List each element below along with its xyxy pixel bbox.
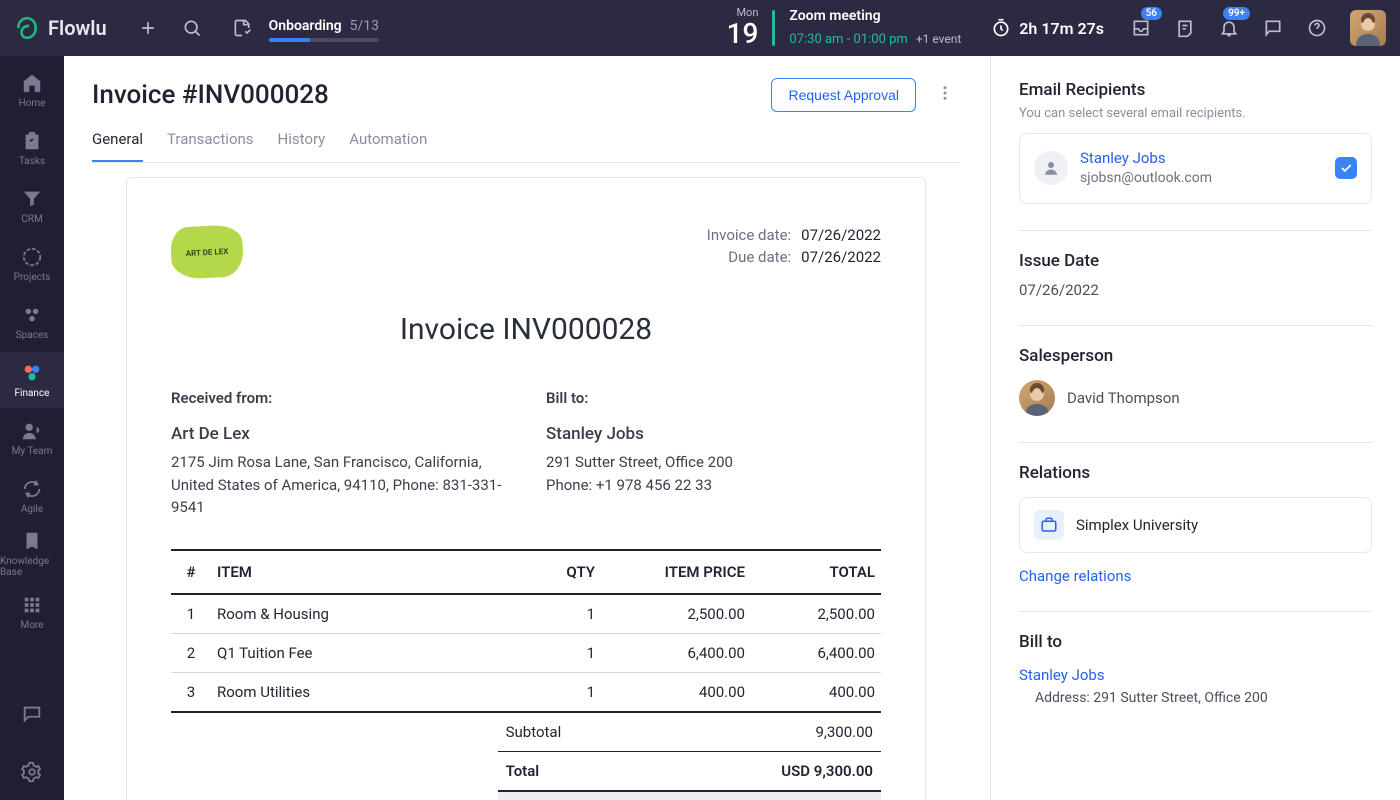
salesperson-title: Salesperson	[1019, 346, 1372, 366]
table-row: 3Room Utilities1400.00400.00	[171, 672, 881, 712]
plus-icon[interactable]	[131, 11, 165, 45]
col-qty: QTY	[511, 550, 601, 594]
onboarding-widget[interactable]: Onboarding 5/13	[225, 11, 379, 45]
tabs: General Transactions History Automation	[92, 124, 960, 163]
nav-more[interactable]: More	[0, 584, 64, 640]
invoice-table: # ITEM QTY ITEM PRICE TOTAL 1Room & Hous…	[171, 549, 881, 713]
inbox-badge: 56	[1141, 7, 1162, 20]
salesperson-row[interactable]: David Thompson	[1019, 380, 1372, 416]
timer-value: 2h 17m 27s	[1019, 19, 1104, 38]
recipient-checkbox[interactable]	[1335, 157, 1357, 179]
nav-feedback[interactable]	[0, 686, 64, 742]
help-icon[interactable]	[1300, 11, 1334, 45]
timer-widget[interactable]: 2h 17m 27s	[991, 18, 1104, 38]
nav-crm[interactable]: CRM	[0, 178, 64, 234]
company-logo: ART DE LEX	[170, 224, 245, 280]
col-item: ITEM	[211, 550, 511, 594]
event-time: 07:30 am - 01:00 pm	[789, 32, 907, 47]
recipients-hint: You can select several email recipients.	[1019, 106, 1372, 121]
topbar: Flowlu Onboarding 5/13 Mon 19 Zoom meetin…	[0, 0, 1400, 56]
nav-projects[interactable]: Projects	[0, 236, 64, 292]
page-title: Invoice #INV000028	[92, 80, 329, 110]
issue-date-value: 07/26/2022	[1019, 281, 1372, 299]
salesperson-avatar	[1019, 380, 1055, 416]
recipient-name[interactable]: Stanley Jobs	[1080, 148, 1323, 169]
nav-tasks[interactable]: Tasks	[0, 120, 64, 176]
nav-spaces[interactable]: Spaces	[0, 294, 64, 350]
person-icon	[1034, 151, 1068, 185]
user-avatar[interactable]	[1350, 10, 1386, 46]
inbox-icon[interactable]: 56	[1124, 11, 1158, 45]
col-num: #	[171, 550, 211, 594]
recipient-card[interactable]: Stanley Jobs sjobsn@outlook.com	[1019, 133, 1372, 204]
bell-icon[interactable]: 99+	[1212, 11, 1246, 45]
invoice-date-value: 07/26/2022	[801, 226, 881, 244]
bell-badge: 99+	[1223, 7, 1250, 20]
received-from-label: Received from:	[171, 387, 506, 410]
date-day: 19	[727, 20, 759, 48]
from-name: Art De Lex	[171, 422, 506, 448]
nav-finance[interactable]: Finance	[0, 352, 64, 408]
right-billto-address: Address: 291 Sutter Street, Office 200	[1035, 690, 1372, 706]
due-date-label: Due date:	[728, 248, 791, 266]
recipients-title: Email Recipients	[1019, 80, 1372, 100]
onboarding-progress	[269, 38, 379, 42]
brand-logo[interactable]: Flowlu	[14, 15, 107, 41]
onboarding-label: Onboarding	[269, 18, 342, 34]
relations-title: Relations	[1019, 463, 1372, 483]
right-panel: Email Recipients You can select several …	[990, 56, 1400, 800]
note-icon[interactable]	[1168, 11, 1202, 45]
event-title: Zoom meeting	[789, 7, 961, 27]
event-more: +1 event	[916, 32, 961, 46]
right-billto-name[interactable]: Stanley Jobs	[1019, 666, 1372, 684]
nav-settings[interactable]	[0, 744, 64, 800]
to-address-2: Phone: +1 978 456 22 33	[546, 474, 881, 497]
due-date-value: 07/26/2022	[801, 248, 881, 266]
search-icon[interactable]	[175, 11, 209, 45]
date-widget[interactable]: Mon 19	[727, 7, 759, 48]
col-total: TOTAL	[751, 550, 881, 594]
onboarding-count: 5/13	[350, 18, 379, 34]
invoice-card: ART DE LEX Invoice date: 07/26/2022 Due d…	[126, 177, 926, 800]
invoice-date-label: Invoice date:	[707, 226, 791, 244]
from-address: 2175 Jim Rosa Lane, San Francisco, Calif…	[171, 451, 506, 519]
issue-date-title: Issue Date	[1019, 251, 1372, 271]
relation-name: Simplex University	[1076, 516, 1198, 534]
relation-card[interactable]: Simplex University	[1019, 497, 1372, 553]
nav-home[interactable]: Home	[0, 62, 64, 118]
to-name: Stanley Jobs	[546, 422, 881, 448]
chat-icon[interactable]	[1256, 11, 1290, 45]
change-relations-link[interactable]: Change relations	[1019, 567, 1131, 585]
subtotal-value: 9,300.00	[816, 723, 874, 741]
salesperson-name: David Thompson	[1067, 389, 1180, 407]
table-row: 1Room & Housing12,500.002,500.00	[171, 594, 881, 634]
total-value: USD 9,300.00	[781, 762, 873, 780]
nav-agile[interactable]: Agile	[0, 468, 64, 524]
invoice-heading: Invoice INV000028	[171, 312, 881, 347]
sidenav: Home Tasks CRM Projects Spaces Finance M…	[0, 56, 64, 800]
nav-myteam[interactable]: My Team	[0, 410, 64, 466]
brand-name: Flowlu	[48, 16, 107, 40]
subtotal-label: Subtotal	[506, 723, 562, 741]
event-accent	[772, 10, 775, 46]
briefcase-icon	[1034, 510, 1064, 540]
onboarding-icon	[225, 11, 259, 45]
more-menu-icon[interactable]	[930, 78, 960, 112]
request-approval-button[interactable]: Request Approval	[771, 78, 916, 112]
total-label: Total	[506, 762, 540, 780]
tab-general[interactable]: General	[92, 124, 143, 162]
table-row: 2Q1 Tuition Fee16,400.006,400.00	[171, 633, 881, 672]
tab-history[interactable]: History	[278, 124, 326, 162]
tab-automation[interactable]: Automation	[349, 124, 427, 162]
content-area: Invoice #INV000028 Request Approval Gene…	[64, 56, 990, 800]
event-widget[interactable]: Zoom meeting 07:30 am - 01:00 pm +1 event	[789, 7, 961, 49]
recipient-email: sjobsn@outlook.com	[1080, 169, 1323, 189]
bill-to-label: Bill to:	[546, 387, 881, 410]
col-price: ITEM PRICE	[601, 550, 751, 594]
right-billto-title: Bill to	[1019, 632, 1372, 652]
tab-transactions[interactable]: Transactions	[167, 124, 254, 162]
to-address-1: 291 Sutter Street, Office 200	[546, 451, 881, 474]
nav-kb[interactable]: Knowledge Base	[0, 526, 64, 582]
